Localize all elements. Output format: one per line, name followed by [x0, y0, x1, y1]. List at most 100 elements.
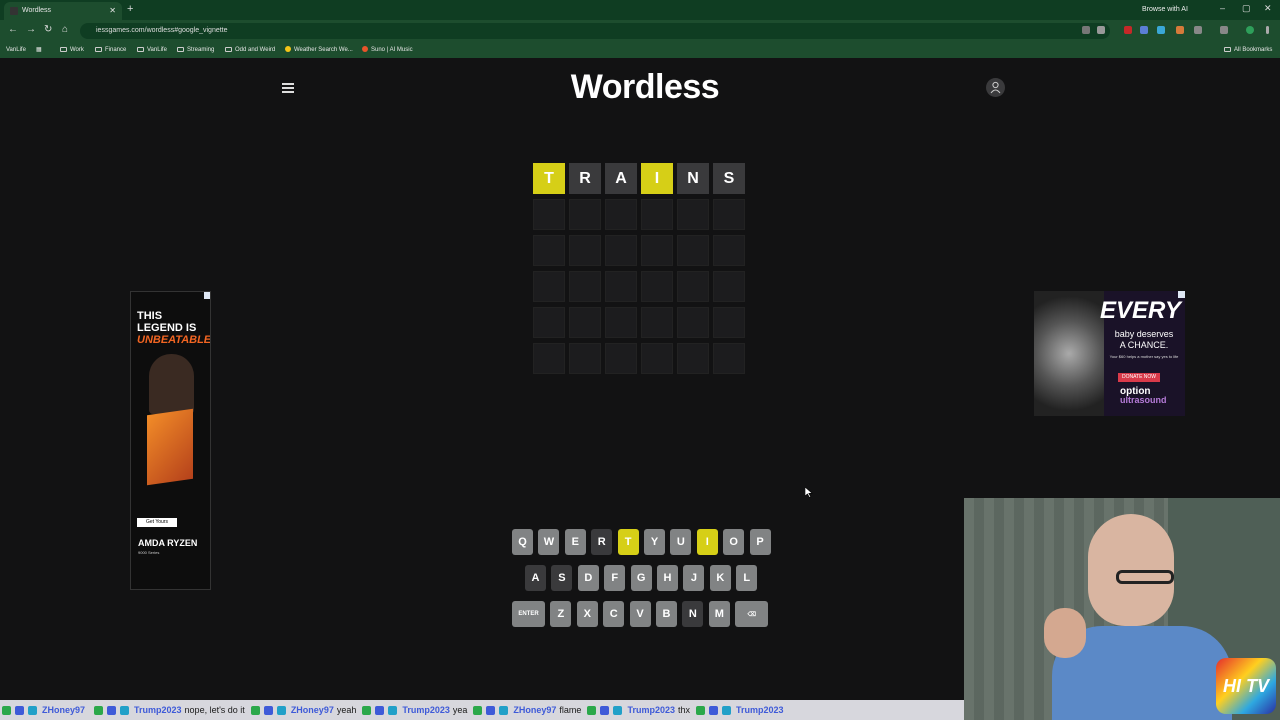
backspace-key[interactable]: ⌫	[735, 601, 769, 627]
bookmark-folder[interactable]: Finance	[95, 42, 126, 58]
key-o[interactable]: O	[723, 529, 745, 555]
ad-donate-button[interactable]: DONATE NOW	[1118, 373, 1160, 382]
grid-cell: S	[713, 163, 745, 194]
ad-headline: THIS LEGEND IS UNBEATABLE	[137, 310, 211, 346]
hamburger-menu-icon[interactable]	[282, 83, 294, 93]
key-f[interactable]: F	[604, 565, 626, 591]
home-icon[interactable]: ⌂	[62, 24, 68, 35]
key-b[interactable]: B	[656, 601, 677, 627]
grid-cell	[605, 271, 637, 302]
browser-tab-bar: Wordless ✕ + Browse with AI – ▢ ✕	[0, 0, 1280, 20]
key-y[interactable]: Y	[644, 529, 665, 555]
new-tab-icon[interactable]: +	[127, 3, 133, 15]
all-bookmarks[interactable]: All Bookmarks	[1224, 42, 1272, 58]
chat-username: Trump2023	[627, 705, 675, 715]
chat-badge-icon	[276, 706, 286, 716]
bookmark-folder[interactable]: Odd and Weird	[225, 42, 275, 58]
bookmark-folder[interactable]: Streaming	[177, 42, 214, 58]
grid-cell	[641, 199, 673, 230]
key-s[interactable]: S	[551, 565, 573, 591]
grid-cell	[677, 235, 709, 266]
key-r[interactable]: R	[591, 529, 613, 555]
browser-tab[interactable]: Wordless ✕	[4, 2, 122, 20]
key-m[interactable]: M	[708, 601, 730, 627]
bookmark-item[interactable]: VanLife	[6, 42, 26, 58]
chat-badge-icon	[587, 706, 597, 716]
key-n[interactable]: N	[682, 601, 704, 627]
bookmark-item[interactable]: Suno | AI Music	[362, 42, 413, 58]
key-l[interactable]: L	[736, 565, 758, 591]
key-k[interactable]: K	[709, 565, 731, 591]
key-c[interactable]: C	[603, 601, 625, 627]
grid-cell	[713, 343, 745, 374]
back-icon[interactable]: ←	[8, 24, 18, 35]
forward-icon[interactable]: →	[26, 24, 36, 35]
key-g[interactable]: G	[630, 565, 652, 591]
webcam-glasses	[1116, 570, 1174, 584]
key-u[interactable]: U	[670, 529, 692, 555]
ad-close-icon[interactable]	[1178, 291, 1185, 298]
close-window-icon[interactable]: ✕	[1264, 3, 1272, 14]
ad-right[interactable]: EVERY baby deserves A CHANCE. Your $60 he…	[1034, 291, 1185, 416]
extension-icon[interactable]	[1140, 26, 1148, 34]
key-e[interactable]: E	[564, 529, 586, 555]
channel-logo: HI TV	[1216, 658, 1276, 714]
grid-cell: A	[605, 163, 637, 194]
key-q[interactable]: Q	[512, 529, 533, 555]
key-a[interactable]: A	[525, 565, 546, 591]
eye-icon[interactable]	[1082, 26, 1090, 34]
grid-cell	[569, 235, 601, 266]
key-h[interactable]: H	[657, 565, 678, 591]
maximize-icon[interactable]: ▢	[1242, 3, 1251, 14]
ad-ultrasound-image	[1034, 291, 1104, 416]
close-tab-icon[interactable]: ✕	[109, 2, 116, 20]
browse-with-ai-button[interactable]: Browse with AI	[1142, 3, 1188, 17]
screen: Wordless ✕ + Browse with AI – ▢ ✕ ← → ↻ …	[0, 0, 1280, 720]
key-j[interactable]: J	[683, 565, 705, 591]
chat-badge-icon	[28, 706, 37, 716]
key-i[interactable]: I	[696, 529, 718, 555]
grid-cell	[605, 235, 637, 266]
wordless-favicon	[10, 7, 18, 15]
grid-row	[533, 271, 749, 302]
extension-icon[interactable]	[1176, 26, 1184, 34]
key-v[interactable]: V	[629, 601, 651, 627]
apps-icon[interactable]: ▦	[36, 42, 42, 58]
ad-left[interactable]: THIS LEGEND IS UNBEATABLE Get Yours AMDA …	[130, 291, 211, 590]
key-x[interactable]: X	[576, 601, 598, 627]
grid-cell	[641, 343, 673, 374]
extension-icon[interactable]	[1124, 26, 1132, 34]
minimize-icon[interactable]: –	[1220, 3, 1225, 13]
reload-icon[interactable]: ↻	[44, 24, 52, 35]
puzzle-icon[interactable]	[1194, 26, 1202, 34]
key-p[interactable]: P	[749, 529, 771, 555]
grid-cell	[605, 343, 637, 374]
enter-key[interactable]: ENTER	[512, 601, 545, 627]
ad-subheadline: baby deserves A CHANCE.	[1114, 329, 1174, 350]
key-t[interactable]: T	[617, 529, 639, 555]
user-icon[interactable]	[986, 78, 1005, 97]
grid-cell	[533, 235, 565, 266]
grid-cell	[569, 307, 601, 338]
kebab-menu-icon[interactable]	[1266, 26, 1269, 34]
ad-logo: option ultrasound	[1120, 386, 1167, 405]
key-d[interactable]: D	[577, 565, 599, 591]
key-w[interactable]: W	[538, 529, 560, 555]
grid-cell	[641, 271, 673, 302]
bookmark-folder[interactable]: VanLife	[137, 42, 167, 58]
grid-cell	[605, 199, 637, 230]
star-icon[interactable]	[1097, 26, 1105, 34]
key-z[interactable]: Z	[550, 601, 572, 627]
bookmarks-bar: VanLife ▦ Work Finance VanLife Streaming…	[0, 42, 1280, 58]
grid-cell	[713, 307, 745, 338]
grid-row: TRAINS	[533, 163, 749, 194]
ad-cta-button[interactable]: Get Yours	[137, 518, 177, 527]
bookmark-folder[interactable]: Work	[60, 42, 84, 58]
address-bar[interactable]: iessgames.com/wordless#google_vignette	[80, 23, 1110, 39]
extension-icon[interactable]	[1157, 26, 1165, 34]
bookmark-item[interactable]: Weather Search We...	[285, 42, 353, 58]
sidebar-icon[interactable]	[1220, 26, 1228, 34]
profile-icon[interactable]	[1246, 26, 1254, 34]
ad-close-icon[interactable]	[204, 292, 210, 299]
chat-badge-icon	[708, 706, 718, 716]
